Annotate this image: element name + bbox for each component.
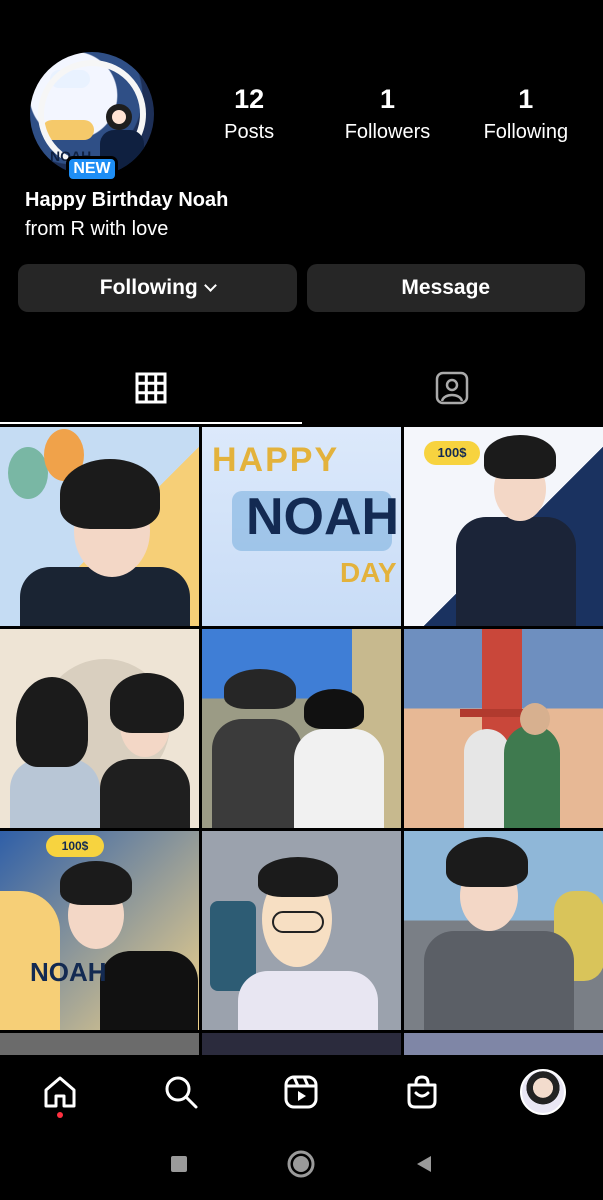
stat-following-value: 1 <box>518 84 534 114</box>
recents-icon[interactable] <box>169 1154 189 1174</box>
post-tile[interactable] <box>202 629 401 828</box>
bottom-nav <box>0 1056 603 1128</box>
following-button[interactable]: Following <box>18 264 297 312</box>
stat-followers-label: Followers <box>344 121 431 143</box>
system-nav-bar <box>0 1128 603 1200</box>
stat-posts[interactable]: 12 Posts <box>180 83 318 149</box>
nav-reels[interactable] <box>271 1062 331 1122</box>
post-tile[interactable] <box>0 1033 199 1055</box>
post-tile[interactable] <box>0 427 199 626</box>
post-badge: 100$ <box>424 441 480 465</box>
profile-tabs <box>0 352 603 424</box>
stat-posts-label: Posts <box>224 121 275 143</box>
home-icon <box>44 1076 76 1108</box>
shop-icon <box>407 1075 437 1109</box>
following-button-label: Following <box>99 276 198 299</box>
post-text-noah: NOAH <box>246 488 400 546</box>
post-text-happy: HAPPY <box>212 441 340 479</box>
stat-following-label: Following <box>483 121 569 143</box>
post-tile[interactable]: 100$ NOAH <box>0 831 199 1030</box>
stat-followers-value: 1 <box>379 84 395 114</box>
search-icon <box>165 1076 198 1109</box>
post-tile[interactable] <box>0 629 199 828</box>
message-button-label: Message <box>401 276 491 299</box>
profile-actions: Following Message <box>18 264 585 312</box>
home-button-icon[interactable] <box>286 1149 316 1179</box>
post-tile[interactable]: HAPPY NOAH DAY <box>202 427 401 626</box>
profile-avatar-small <box>519 1069 566 1115</box>
post-tile[interactable] <box>404 1033 603 1055</box>
post-text-noah-2: NOAH <box>30 957 107 987</box>
post-tile[interactable] <box>404 831 603 1030</box>
notification-dot <box>57 1112 64 1118</box>
post-tile[interactable] <box>404 629 603 828</box>
stat-posts-value: 12 <box>234 84 265 114</box>
posts-grid: HAPPY NOAH DAY 100$ 100$ NOAH <box>0 427 603 1055</box>
tagged-icon <box>436 371 469 405</box>
tab-tagged[interactable] <box>302 352 603 424</box>
profile-bio: from R with love <box>25 218 169 240</box>
post-tile[interactable]: 100$ <box>404 427 603 626</box>
nav-profile[interactable] <box>513 1062 573 1122</box>
nav-home[interactable] <box>30 1062 90 1122</box>
stat-followers[interactable]: 1 Followers <box>318 83 456 149</box>
post-tile[interactable] <box>202 1033 401 1055</box>
message-button[interactable]: Message <box>306 264 585 312</box>
tab-grid[interactable] <box>0 352 302 424</box>
post-tile[interactable] <box>202 831 401 1030</box>
nav-search[interactable] <box>151 1062 211 1122</box>
stat-following[interactable]: 1 Following <box>457 83 595 149</box>
reels-icon <box>284 1075 318 1109</box>
back-icon[interactable] <box>413 1153 435 1175</box>
profile-avatar[interactable]: NOAH NEW <box>30 52 154 182</box>
grid-icon <box>135 372 167 404</box>
post-text-day: DAY <box>340 557 397 588</box>
profile-stats: 12 Posts 1 Followers 1 Following <box>180 83 595 149</box>
nav-shop[interactable] <box>392 1062 452 1122</box>
new-badge: NEW <box>66 156 118 182</box>
post-badge: 100$ <box>46 835 104 857</box>
chevron-down-icon <box>203 279 217 292</box>
profile-name: Happy Birthday Noah <box>25 189 229 211</box>
